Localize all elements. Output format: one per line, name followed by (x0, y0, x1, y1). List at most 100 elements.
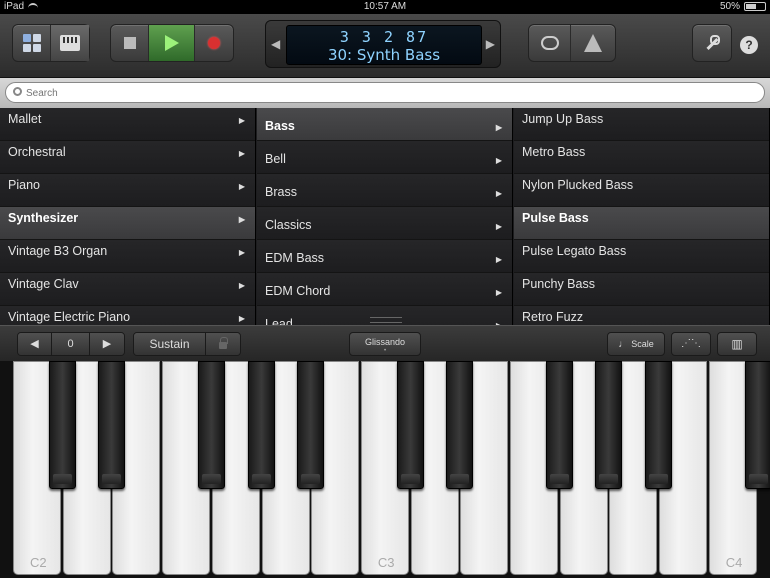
black-key[interactable] (396, 361, 424, 489)
list-item[interactable]: Retro Fuzz (514, 306, 769, 325)
search-field[interactable] (5, 82, 765, 103)
list-item[interactable]: Nylon Plucked Bass (514, 174, 769, 207)
category-column: Mallet ▶ Orchestral ▶ Piano ▶ Synthesizer ▶ Vint… (0, 108, 256, 325)
list-item-label: Nylon Plucked Bass (522, 178, 634, 192)
octave-control: ◀ 0 ▶ (17, 332, 125, 356)
scale-button[interactable]: ♩ Scale (607, 332, 665, 356)
list-item-label: Jump Up Bass (522, 112, 604, 126)
list-item[interactable]: Pulse Legato Bass (514, 240, 769, 273)
list-item-label: EDM Bass (265, 251, 325, 265)
chevron-right-icon: ▶ (495, 222, 502, 231)
black-key[interactable] (446, 361, 474, 489)
list-item[interactable]: Metro Bass (514, 141, 769, 174)
chevron-right-icon: ▶ (495, 255, 502, 264)
instrument-browser: Mallet ▶ Orchestral ▶ Piano ▶ Synthesizer ▶ Vint… (0, 108, 770, 325)
patch-column: Jump Up Bass Metro Bass Nylon Plucked Bass… (514, 108, 770, 325)
list-item[interactable]: Classics ▶ (257, 207, 512, 240)
chevron-right-icon: ▶ (495, 123, 502, 132)
stop-button[interactable] (111, 25, 149, 61)
list-item[interactable]: Mallet ▶ (0, 108, 255, 141)
settings-group (692, 24, 732, 62)
search-input[interactable] (26, 85, 746, 101)
battery-icon (744, 2, 766, 11)
list-item[interactable]: Orchestral ▶ (0, 141, 255, 174)
list-item[interactable]: Vintage Electric Piano ▶ (0, 306, 255, 325)
scale-label: Scale (631, 339, 654, 349)
next-patch-icon[interactable]: ▶ (486, 37, 495, 51)
view-switcher (12, 24, 90, 62)
keyboard-icon (60, 35, 80, 51)
list-item-label: EDM Chord (265, 284, 331, 298)
loop-icon (540, 36, 559, 50)
list-item[interactable]: Brass ▶ (257, 174, 512, 207)
octave-value: 0 (52, 333, 90, 355)
record-button[interactable] (195, 25, 233, 61)
list-item-label: Bell (265, 152, 286, 166)
list-item[interactable]: Vintage Clav ▶ (0, 273, 255, 306)
metronome-icon (584, 34, 602, 52)
arpeggiator-button[interactable]: ⋰⋱ (671, 332, 711, 356)
key-label: C2 (30, 555, 47, 570)
glissando-indicator-icon: • (383, 348, 387, 354)
list-item[interactable]: Bass ▶ (257, 108, 512, 141)
list-item-label: Vintage Clav (8, 277, 79, 291)
drag-handle[interactable] (370, 317, 402, 323)
list-item-label: Metro Bass (522, 145, 586, 159)
list-item[interactable]: Piano ▶ (0, 174, 255, 207)
list-item[interactable]: EDM Chord ▶ (257, 273, 512, 306)
list-item-label: Vintage Electric Piano (8, 310, 131, 324)
sustain-button[interactable]: Sustain (134, 333, 206, 355)
lcd-display: ◀ 3 3 2 87 30: Synth Bass ▶ (265, 20, 501, 68)
lcd-instrument-name: 30: Synth Bass (327, 46, 441, 64)
tracks-view-button[interactable] (13, 25, 51, 61)
list-item[interactable]: Synthesizer ▶ (0, 207, 255, 240)
black-key[interactable] (545, 361, 573, 489)
black-key[interactable] (645, 361, 673, 489)
glissando-button[interactable]: Glissando • (349, 332, 421, 356)
list-item-label: Retro Fuzz (522, 310, 584, 324)
list-item-label: Orchestral (8, 145, 66, 159)
list-item[interactable]: Vintage B3 Organ ▶ (0, 240, 255, 273)
toolbar: ◀ 3 3 2 87 30: Synth Bass ▶ ? (0, 14, 770, 78)
list-item[interactable]: Bell ▶ (257, 141, 512, 174)
sustain-lock-button[interactable] (206, 333, 240, 355)
help-icon[interactable]: ? (740, 36, 758, 54)
loop-button[interactable] (529, 25, 571, 61)
octave-up-button[interactable]: ▶ (90, 333, 124, 355)
black-key[interactable] (197, 361, 225, 489)
play-button[interactable] (149, 25, 195, 61)
black-key[interactable] (595, 361, 623, 489)
lcd-screen[interactable]: 3 3 2 87 30: Synth Bass (286, 25, 482, 65)
list-item[interactable]: Jump Up Bass (514, 108, 769, 141)
status-bar: iPad 10:57 AM 50% (0, 0, 770, 14)
subcategory-column: Bass ▶ Bell ▶ Brass ▶ Classics ▶ EDM Bass ▶ EDM Ch… (257, 108, 513, 325)
chevron-right-icon: ▶ (238, 215, 245, 224)
wrench-icon (704, 35, 720, 51)
black-key[interactable] (98, 361, 126, 489)
metronome-button[interactable] (571, 25, 615, 61)
keyboard-controls: ◀ 0 ▶ Sustain Glissando • ♩ Scale ⋰⋱ ▥ (0, 325, 770, 361)
settings-button[interactable] (693, 25, 731, 61)
piano-keyboard: C2 C3 C4 (0, 361, 770, 578)
search-bar-area (0, 78, 770, 108)
list-item[interactable]: EDM Bass ▶ (257, 240, 512, 273)
black-key[interactable] (297, 361, 325, 489)
list-item[interactable]: Punchy Bass (514, 273, 769, 306)
list-item-label: Vintage B3 Organ (8, 244, 108, 258)
play-icon (164, 35, 179, 51)
instrument-view-button[interactable] (51, 25, 89, 61)
black-key[interactable] (48, 361, 76, 489)
chevron-right-icon: ▶ (238, 116, 245, 125)
black-key[interactable] (247, 361, 275, 489)
previous-patch-icon[interactable]: ◀ (271, 37, 280, 51)
list-item[interactable]: Pulse Bass (514, 207, 769, 240)
octave-down-button[interactable]: ◀ (18, 333, 52, 355)
lock-icon (219, 337, 228, 349)
list-item-label: Pulse Bass (522, 211, 589, 225)
loop-metronome-group (528, 24, 616, 62)
keyboard-layout-button[interactable]: ▥ (717, 332, 757, 356)
clock: 10:57 AM (363, 1, 407, 12)
chevron-right-icon: ▶ (238, 149, 245, 158)
black-key[interactable] (744, 361, 770, 489)
search-icon (13, 87, 22, 96)
